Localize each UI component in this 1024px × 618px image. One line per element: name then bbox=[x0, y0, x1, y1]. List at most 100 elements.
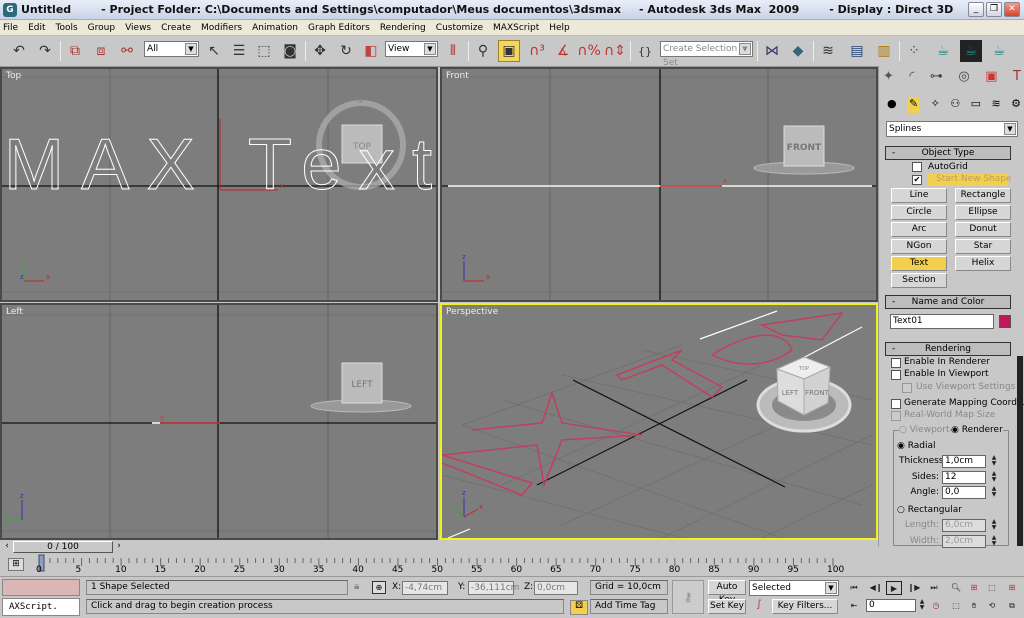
viewport-top[interactable]: Top TOP N MAX Text x xyz bbox=[0, 67, 438, 302]
geometry-icon[interactable]: ● bbox=[887, 97, 897, 113]
reference-coordinate-dropdown[interactable]: View ▼ bbox=[385, 41, 438, 57]
width-spinner-arrows[interactable]: ▲ ▼ bbox=[990, 535, 998, 548]
systems-icon[interactable]: ⚙ bbox=[1011, 97, 1021, 113]
auto-key-button[interactable]: Auto Key bbox=[708, 580, 746, 605]
line-button[interactable]: Line bbox=[891, 188, 947, 203]
key-filters-button[interactable]: Key Filters... bbox=[772, 599, 838, 614]
shape-category-dropdown[interactable]: Splines ▼ bbox=[886, 121, 1018, 137]
default-tangents-icon[interactable]: ∫ bbox=[749, 599, 769, 614]
rendering-rollout-header[interactable]: - Rendering bbox=[885, 342, 1011, 356]
donut-button[interactable]: Donut bbox=[955, 222, 1011, 237]
maxscript-mini-listener[interactable]: AXScript. bbox=[2, 598, 80, 616]
motion-tab-icon[interactable]: ◎ bbox=[958, 69, 969, 91]
display-tab-icon[interactable]: ▣ bbox=[985, 69, 997, 91]
go-to-end-icon[interactable]: ⏭ bbox=[926, 581, 942, 595]
object-name-input[interactable]: Text01 bbox=[890, 314, 994, 329]
zoom-icon[interactable]: 🔍︎ bbox=[948, 581, 964, 595]
y-coordinate-field[interactable]: -36,111cm bbox=[468, 581, 519, 595]
renderer-radio[interactable]: ◉ Renderer bbox=[951, 425, 1003, 435]
start-new-shape-label[interactable]: Start New Shape bbox=[928, 174, 1012, 186]
text-button[interactable]: Text bbox=[891, 256, 947, 271]
snaps-toggle-icon[interactable]: ∩³ bbox=[526, 40, 548, 62]
length-spinner-input[interactable]: 6,0cm bbox=[942, 519, 986, 532]
arc-button[interactable]: Arc bbox=[891, 222, 947, 237]
thickness-spinner-input[interactable]: 1,0cm bbox=[942, 455, 986, 468]
utilities-tab-icon[interactable]: T bbox=[1013, 69, 1021, 91]
unlink-icon[interactable]: ⧈ bbox=[90, 40, 112, 62]
thickness-spinner-arrows[interactable]: ▲ ▼ bbox=[990, 455, 998, 468]
next-frame-icon[interactable]: › bbox=[114, 541, 124, 553]
play-icon[interactable]: ▶ bbox=[886, 581, 902, 595]
frame-spinner-arrows[interactable]: ▲ ▼ bbox=[918, 599, 926, 612]
menu-group[interactable]: Group bbox=[88, 23, 115, 33]
angle-spinner-arrows[interactable]: ▲ ▼ bbox=[990, 486, 998, 499]
shapes-icon[interactable]: ✎ bbox=[907, 97, 921, 113]
go-to-start-icon[interactable]: ⏮ bbox=[846, 581, 862, 595]
selection-filter-dropdown[interactable]: All ▼ bbox=[144, 41, 199, 57]
orbit-icon[interactable]: ⟲ bbox=[984, 599, 1000, 613]
angle-snap-icon[interactable]: ∡ bbox=[552, 40, 574, 62]
rotate-icon[interactable]: ↻ bbox=[335, 40, 357, 62]
zoom-all-icon[interactable]: ⊞ bbox=[966, 581, 982, 595]
zoom-region-icon[interactable]: ⬚ bbox=[948, 599, 964, 613]
create-tab-icon[interactable]: ✦ bbox=[883, 69, 894, 91]
next-frame-icon[interactable]: ❙▶ bbox=[906, 581, 922, 595]
viewport-label[interactable]: Top bbox=[6, 71, 21, 81]
edit-named-selection-icon[interactable]: {} bbox=[634, 40, 656, 62]
spinner-snap-icon[interactable]: ∩⇕ bbox=[604, 40, 626, 62]
menu-customize[interactable]: Customize bbox=[436, 23, 483, 33]
menu-help[interactable]: Help bbox=[549, 23, 570, 33]
rectangular-radio[interactable]: ○ Rectangular bbox=[897, 505, 962, 515]
redo-icon[interactable]: ↷ bbox=[34, 40, 56, 62]
start-new-shape-checkbox[interactable]: ✔ bbox=[912, 175, 922, 185]
pivot-center-icon[interactable]: ⫴ bbox=[442, 40, 464, 62]
rectangular-selection-icon[interactable]: ⬚ bbox=[253, 40, 275, 62]
lights-icon[interactable]: ✧ bbox=[931, 97, 940, 113]
time-slider-thumb[interactable]: 0 / 100 bbox=[13, 541, 113, 553]
radial-radio[interactable]: ◉ Radial bbox=[897, 441, 936, 451]
set-keys-icon[interactable]: ⚷ bbox=[672, 580, 704, 614]
viewport-radio[interactable]: ○ Viewport bbox=[899, 425, 950, 435]
add-time-tag[interactable]: Add Time Tag bbox=[590, 599, 668, 614]
menu-create[interactable]: Create bbox=[161, 23, 191, 33]
key-mode-dropdown[interactable]: Selected ▼ bbox=[749, 580, 839, 596]
set-key-button[interactable]: Set Key bbox=[708, 599, 746, 614]
percent-snap-icon[interactable]: ∩% bbox=[577, 40, 601, 62]
zoom-extents-icon[interactable]: ⬚ bbox=[984, 581, 1000, 595]
hierarchy-tab-icon[interactable]: ⊶ bbox=[930, 69, 943, 91]
z-coordinate-field[interactable]: 0,0cm bbox=[534, 581, 578, 595]
menu-edit[interactable]: Edit bbox=[28, 23, 45, 33]
sides-spinner-arrows[interactable]: ▲ ▼ bbox=[990, 471, 998, 484]
scale-icon[interactable]: ◧ bbox=[360, 40, 382, 62]
generate-mapping-checkbox[interactable] bbox=[891, 399, 901, 409]
viewport-front[interactable]: Front x FRONT xz bbox=[440, 67, 878, 302]
mirror-icon[interactable]: ⋈ bbox=[761, 40, 783, 62]
viewport-perspective[interactable]: Perspective TOP LEFT FRONT x z y bbox=[440, 303, 878, 540]
menu-file[interactable]: File bbox=[3, 23, 18, 33]
use-viewport-settings-checkbox[interactable] bbox=[902, 383, 912, 393]
rendered-frame-window-icon[interactable]: ☕ bbox=[960, 40, 982, 62]
3dsmax-app-icon[interactable]: G bbox=[3, 2, 17, 17]
render-production-icon[interactable]: ☕ bbox=[988, 40, 1010, 62]
key-mode-toggle-icon[interactable]: ⇤ bbox=[846, 599, 862, 613]
menu-rendering[interactable]: Rendering bbox=[380, 23, 426, 33]
ngon-button[interactable]: NGon bbox=[891, 239, 947, 254]
current-frame-field[interactable]: 0 bbox=[866, 599, 916, 612]
curve-editor-icon[interactable]: ▤ bbox=[846, 40, 868, 62]
modify-tab-icon[interactable]: ◜ bbox=[909, 69, 914, 91]
absolute-mode-transform-icon[interactable]: ⊕ bbox=[372, 581, 386, 594]
viewport-label[interactable]: Left bbox=[6, 307, 23, 317]
circle-button[interactable]: Circle bbox=[891, 205, 947, 220]
maximize-viewport-icon[interactable]: ⧉ bbox=[1004, 599, 1020, 613]
viewport-left[interactable]: Left y LEFT yz bbox=[0, 303, 438, 540]
menu-modifiers[interactable]: Modifiers bbox=[201, 23, 242, 33]
rectangle-button[interactable]: Rectangle bbox=[955, 188, 1011, 203]
zoom-extents-all-icon[interactable]: ⊞ bbox=[1004, 581, 1020, 595]
space-warps-icon[interactable]: ≋ bbox=[991, 97, 1000, 113]
undo-icon[interactable]: ↶ bbox=[8, 40, 30, 62]
layer-manager-icon[interactable]: ≋ bbox=[817, 40, 839, 62]
move-icon[interactable]: ✥ bbox=[309, 40, 331, 62]
keyboard-shortcut-override-icon[interactable]: ▣ bbox=[498, 40, 520, 62]
star-button[interactable]: Star bbox=[955, 239, 1011, 254]
select-object-icon[interactable]: ↖ bbox=[203, 40, 225, 62]
